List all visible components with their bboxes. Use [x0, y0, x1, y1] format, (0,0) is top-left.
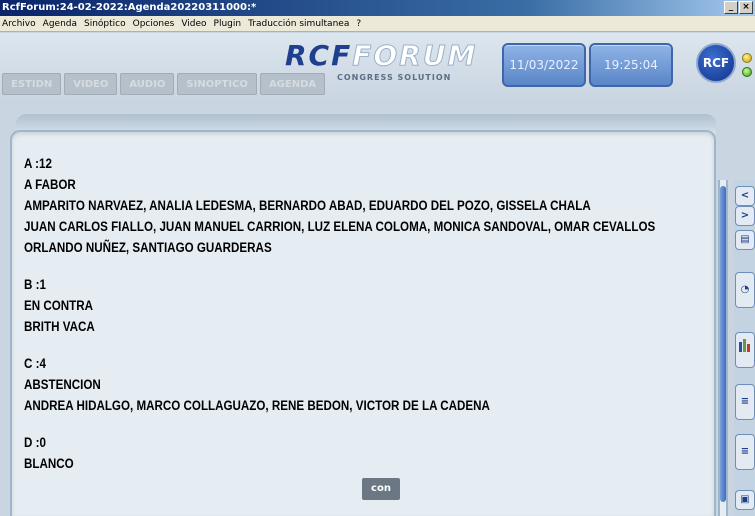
window-controls: _ ×: [724, 1, 753, 14]
vote-names: ORLANDO NUÑEZ, SANTIAGO GUARDERAS: [24, 240, 272, 255]
app-header: ESTIDN VIDEO AUDIO SINOPTICO AGENDA RCFF…: [0, 33, 755, 103]
vote-names: ANDREA HIDALGO, MARCO COLLAGUAZO, RENE B…: [24, 398, 490, 413]
menu-opciones[interactable]: Opciones: [133, 16, 175, 31]
next-button[interactable]: >: [735, 206, 755, 226]
vote-group-a: A :12 A FABOR AMPARITO NARVAEZ, ANALIA L…: [24, 153, 656, 258]
vote-label: A FABOR: [24, 177, 76, 192]
vote-names: BRITH VACA: [24, 319, 95, 334]
logo-rcf: RCF: [285, 39, 353, 72]
menu-bar: Archivo Agenda Sinóptico Opciones Video …: [0, 16, 755, 32]
mode-tabs: ESTIDN VIDEO AUDIO SINOPTICO AGENDA: [2, 73, 326, 95]
tab-sinoptico[interactable]: SINOPTICO: [177, 73, 257, 95]
menu-help[interactable]: ?: [356, 16, 361, 31]
window-title: RcfForum:24-02-2022:Agenda20220311000:*: [2, 2, 257, 13]
tab-video[interactable]: VIDEO: [64, 73, 118, 95]
close-button[interactable]: ×: [739, 1, 753, 14]
status-led-green: [742, 67, 752, 77]
logo-wordmark: RCFFORUM: [285, 39, 478, 73]
bar-chart-glyph: [739, 339, 750, 352]
vote-label: BLANCO: [24, 456, 74, 471]
prev-button[interactable]: <: [735, 186, 755, 206]
con-button[interactable]: con: [362, 478, 400, 500]
vote-label: ABSTENCION: [24, 377, 101, 392]
list-icon[interactable]: ≡: [735, 384, 755, 420]
window-titlebar: RcfForum:24-02-2022:Agenda20220311000:* …: [0, 0, 755, 16]
menu-agenda[interactable]: Agenda: [43, 16, 77, 31]
vote-names: AMPARITO NARVAEZ, ANALIA LEDESMA, BERNAR…: [24, 198, 591, 213]
logo-forum: FORUM: [352, 39, 478, 73]
vote-count: C :4: [24, 356, 46, 371]
logo-subtitle: CONGRESS SOLUTION: [337, 73, 452, 82]
vote-count: D :0: [24, 435, 46, 450]
bar-chart-icon[interactable]: [735, 332, 755, 368]
vote-label: EN CONTRA: [24, 298, 94, 313]
vote-group-c: C :4 ABSTENCION ANDREA HIDALGO, MARCO CO…: [24, 353, 609, 416]
rcf-forum-logo: RCFFORUM CONGRESS SOLUTION: [285, 39, 495, 87]
vote-names: JUAN CARLOS FIALLO, JUAN MANUEL CARRION,…: [24, 219, 656, 234]
menu-archivo[interactable]: Archivo: [2, 16, 36, 31]
date-display: 11/03/2022: [502, 43, 586, 87]
minimize-button[interactable]: _: [724, 1, 738, 14]
menu-sinoptico[interactable]: Sinóptico: [84, 16, 126, 31]
camera-icon[interactable]: ▣: [735, 490, 755, 510]
time-display: 19:25:04: [589, 43, 673, 87]
tab-audio[interactable]: AUDIO: [120, 73, 175, 95]
menu-video[interactable]: Video: [181, 16, 206, 31]
refresh-icon[interactable]: ◔: [735, 272, 755, 308]
scrollbar-thumb[interactable]: [720, 186, 726, 502]
menu-traduccion[interactable]: Traducción simultanea: [248, 16, 349, 31]
vote-group-b: B :1 EN CONTRA BRITH VACA: [24, 274, 609, 337]
tab-gestion[interactable]: ESTIDN: [2, 73, 62, 95]
rcf-badge[interactable]: RCF: [696, 43, 736, 83]
menu-lines-icon[interactable]: ≡: [735, 434, 755, 470]
vote-count: B :1: [24, 277, 46, 292]
vote-group-d: D :0 BLANCO: [24, 432, 609, 474]
menu-plugin[interactable]: Plugin: [214, 16, 242, 31]
print-icon[interactable]: ▤: [735, 230, 755, 250]
status-led-yellow: [742, 53, 752, 63]
vote-count: A :12: [24, 156, 52, 171]
vote-results: A :12 A FABOR AMPARITO NARVAEZ, ANALIA L…: [24, 153, 656, 490]
